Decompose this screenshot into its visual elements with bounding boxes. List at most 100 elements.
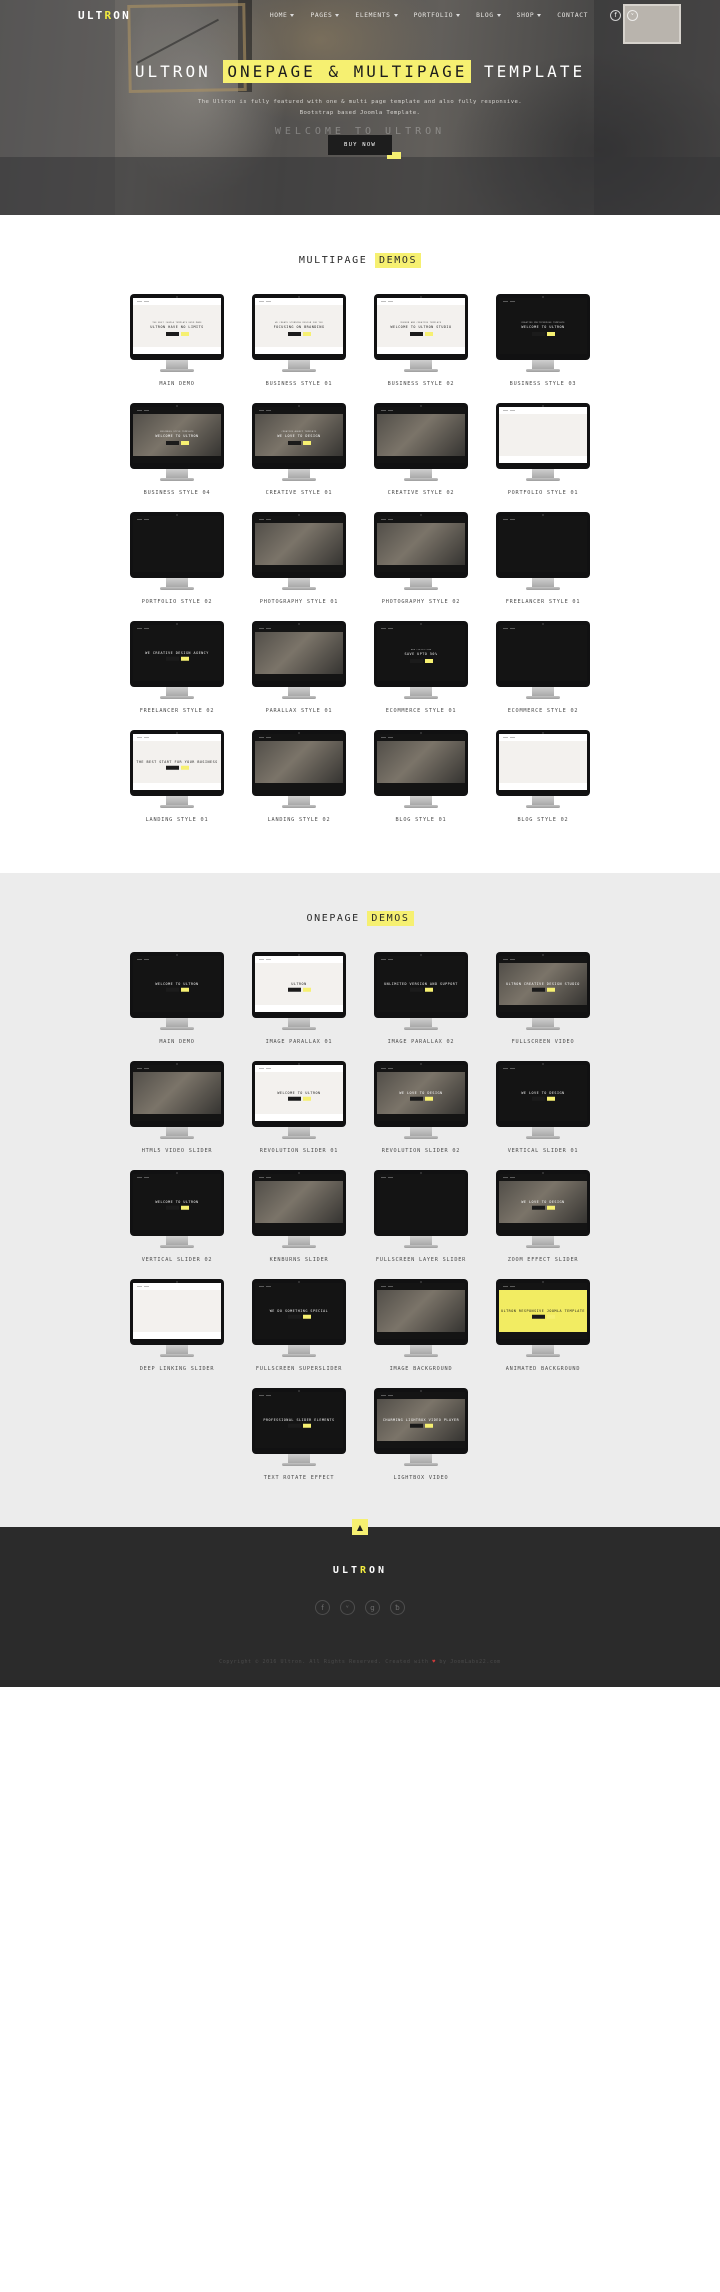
- nav-label: HOME: [269, 11, 288, 19]
- demo-card[interactable]: CREATIVE STYLE 02: [366, 403, 476, 496]
- demo-mini-navbar: [255, 298, 343, 305]
- demo-card[interactable]: PHOTOGRAPHY STYLE 02: [366, 512, 476, 605]
- nav-item-shop[interactable]: SHOP: [517, 12, 542, 19]
- demo-card[interactable]: WE LOVE TO DESIGN REVOLUTION SLIDER 02: [366, 1061, 476, 1154]
- demo-card[interactable]: BUSINESS STYLE TEMPLATE WELCOME TO ULTRON…: [122, 403, 232, 496]
- demo-card[interactable]: UNLIMITED VERSION AND SUPPORT IMAGE PARAL…: [366, 952, 476, 1045]
- demo-card[interactable]: WE DO SOMETHING SPECIAL FULLSCREEN SUPERS…: [244, 1279, 354, 1372]
- demo-card[interactable]: THE BEST START FOR YOUR BUSINESS LANDING …: [122, 730, 232, 823]
- facebook-icon[interactable]: f: [610, 9, 621, 21]
- demo-card[interactable]: WELCOME TO ULTRON VERTICAL SLIDER 02: [122, 1170, 232, 1263]
- nav-item-contact[interactable]: CONTACT: [557, 12, 588, 19]
- demo-card[interactable]: NEW COLLECTION SAVE UPTO 50% ECOMMERCE STY…: [366, 621, 476, 714]
- demo-mini-navbar: [377, 407, 465, 414]
- demo-card[interactable]: PROFESSIONAL SLIDER ELEMENTS TEXT ROTATE …: [244, 1388, 354, 1481]
- demo-mini-navbar: [133, 298, 221, 305]
- demo-card-label: ZOOM EFFECT SLIDER: [507, 1257, 579, 1263]
- monitor-mockup: WELCOME TO ULTRON: [252, 1061, 346, 1139]
- monitor-bezel: [374, 1170, 468, 1236]
- demo-mini-navbar: [377, 956, 465, 963]
- monitor-stand-base: [404, 1245, 438, 1248]
- demo-card[interactable]: THE BEST JOOMLA TEMPLATE EVER MADE ULTRON…: [122, 294, 232, 387]
- demo-card[interactable]: LANDING STYLE 02: [244, 730, 354, 823]
- demo-mini-navbar: [255, 1392, 343, 1399]
- demo-card[interactable]: BLOG STYLE 02: [488, 730, 598, 823]
- site-logo[interactable]: ULTRON: [78, 9, 131, 22]
- demo-mini-buttons: [133, 440, 221, 445]
- demo-card[interactable]: FREELANCER STYLE 01: [488, 512, 598, 605]
- monitor-stand: [288, 687, 310, 696]
- demo-mini-headline-text: WE LOVE TO DESIGN: [277, 434, 321, 439]
- demo-card[interactable]: PHOTOGRAPHY STYLE 01: [244, 512, 354, 605]
- demo-mini-footer: [499, 456, 587, 463]
- footer-logo[interactable]: ULTRON: [0, 1565, 720, 1576]
- demo-mini-footer: [255, 456, 343, 463]
- monitor-bezel: [496, 512, 590, 578]
- monitor-bezel: PROFESSIONAL SLIDER ELEMENTS: [252, 1388, 346, 1454]
- demo-card[interactable]: ULTRON CREATIVE DESIGN STUDIO FULLSCREEN …: [488, 952, 598, 1045]
- demo-card[interactable]: WELCOME TO ULTRON REVOLUTION SLIDER 01: [244, 1061, 354, 1154]
- scroll-to-top-button[interactable]: ▲: [352, 1519, 368, 1535]
- monitor-stand: [288, 1236, 310, 1245]
- demo-card-label: REVOLUTION SLIDER 01: [259, 1148, 339, 1154]
- demo-card[interactable]: KENBURNS SLIDER: [244, 1170, 354, 1263]
- demo-card[interactable]: ULTRON RESPONSIVE JOOMLA TEMPLATE ANIMATE…: [488, 1279, 598, 1372]
- demo-screenshot: WELCOME TO ULTRON: [133, 956, 221, 1012]
- monitor-stand: [166, 1127, 188, 1136]
- monitor-stand-base: [160, 1027, 194, 1030]
- demo-card[interactable]: CHARMING LIGHTBOX VIDEO PLAYER LIGHTBOX V…: [366, 1388, 476, 1481]
- monitor-stand: [410, 360, 432, 369]
- demo-card[interactable]: PORTFOLIO STYLE 01: [488, 403, 598, 496]
- monitor-bezel: [496, 403, 590, 469]
- demo-card[interactable]: PORTFOLIO STYLE 02: [122, 512, 232, 605]
- demo-card[interactable]: WE CREATE STUNNING DESIGN FOR YOU FOCUSIN…: [244, 294, 354, 387]
- demo-card[interactable]: FULLSCREEN LAYER SLIDER: [366, 1170, 476, 1263]
- demo-mini-headline-text: WELCOME TO ULTRON: [521, 325, 565, 330]
- demo-screenshot: THE BEST JOOMLA TEMPLATE EVER MADE ULTRON…: [133, 298, 221, 354]
- demo-card[interactable]: PARALLAX STYLE 01: [244, 621, 354, 714]
- monitor-mockup: WE DO SOMETHING SPECIAL: [252, 1279, 346, 1357]
- demo-mini-headline-text: WE LOVE TO DESIGN: [399, 1090, 443, 1095]
- demo-card[interactable]: DEEP LINKING SLIDER: [122, 1279, 232, 1372]
- demo-card[interactable]: CREATIVE MULTIPURPOSE TEMPLATE WELCOME TO…: [488, 294, 598, 387]
- google-plus-icon[interactable]: g: [365, 1600, 380, 1615]
- monitor-stand-base: [404, 369, 438, 372]
- monitor-mockup: CREATIVE MULTIPURPOSE TEMPLATE WELCOME TO…: [496, 294, 590, 372]
- demo-card[interactable]: HTML5 VIDEO SLIDER: [122, 1061, 232, 1154]
- demo-card-label: PORTFOLIO STYLE 01: [507, 490, 579, 496]
- monitor-stand: [532, 796, 554, 805]
- demo-card[interactable]: BLOG STYLE 01: [366, 730, 476, 823]
- demo-mini-headline-text: WELCOME TO ULTRON: [155, 434, 199, 439]
- nav-item-home[interactable]: HOME: [270, 12, 295, 19]
- demo-card[interactable]: IMAGE BACKGROUND: [366, 1279, 476, 1372]
- monitor-stand: [532, 469, 554, 478]
- monitor-mockup: [374, 730, 468, 808]
- buy-now-button[interactable]: BUY NOW: [328, 134, 401, 159]
- monitor-stand: [166, 796, 188, 805]
- nav-item-elements[interactable]: ELEMENTS: [355, 12, 398, 19]
- copyright-text: Copyright © 2016 Ultron. All Rights Rese…: [0, 1659, 720, 1665]
- demo-card[interactable]: MODERN AND CREATIVE TEMPLATE WELCOME TO U…: [366, 294, 476, 387]
- nav-item-blog[interactable]: BLOG: [476, 12, 501, 19]
- demo-card[interactable]: WE LOVE TO DESIGN ZOOM EFFECT SLIDER: [488, 1170, 598, 1263]
- demo-card[interactable]: WELCOME TO ULTRON MAIN DEMO: [122, 952, 232, 1045]
- monitor-stand-base: [160, 1136, 194, 1139]
- monitor-mockup: ULTRON CREATIVE DESIGN STUDIO: [496, 952, 590, 1030]
- twitter-icon[interactable]: ᵛ: [627, 9, 638, 21]
- demo-mini-navbar: [255, 956, 343, 963]
- facebook-icon[interactable]: f: [315, 1600, 330, 1615]
- monitor-stand-base: [160, 805, 194, 808]
- logo-post: ON: [113, 8, 131, 22]
- demo-card[interactable]: WE CREATIVE DESIGN AGENCY FREELANCER STYL…: [122, 621, 232, 714]
- demo-card[interactable]: ECOMMERCE STYLE 02: [488, 621, 598, 714]
- behance-icon[interactable]: ƀ: [390, 1600, 405, 1615]
- demo-mini-headline: WE LOVE TO DESIGN: [499, 1090, 587, 1101]
- twitter-icon[interactable]: ᵛ: [340, 1600, 355, 1615]
- monitor-stand-base: [282, 1136, 316, 1139]
- demo-card[interactable]: ULTRON IMAGE PARALLAX 01: [244, 952, 354, 1045]
- nav-item-portfolio[interactable]: PORTFOLIO: [414, 12, 461, 19]
- demo-mini-footer: [133, 565, 221, 572]
- demo-card[interactable]: WE LOVE TO DESIGN VERTICAL SLIDER 01: [488, 1061, 598, 1154]
- demo-card[interactable]: CREATIVE AGENCY TEMPLATE WE LOVE TO DESIG…: [244, 403, 354, 496]
- nav-item-pages[interactable]: PAGES: [310, 12, 340, 19]
